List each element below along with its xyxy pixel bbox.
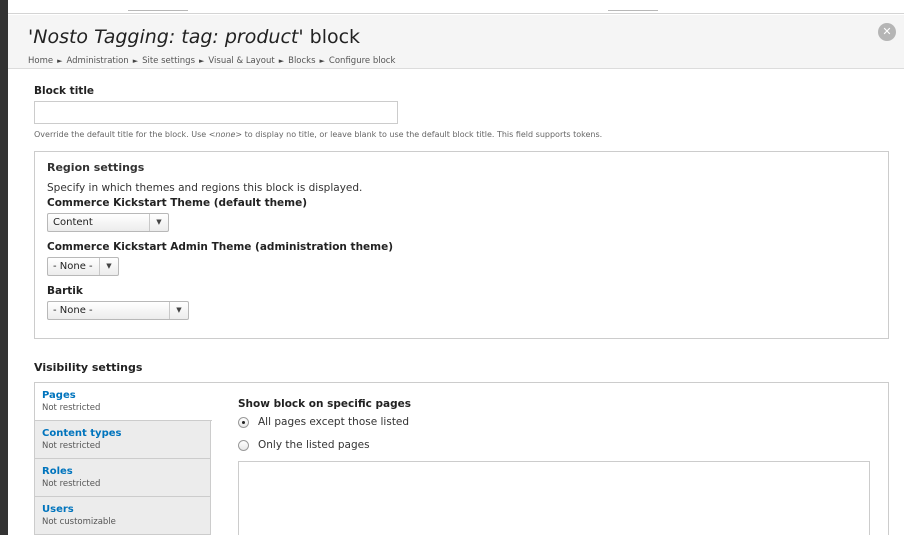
radio-button[interactable]	[238, 417, 249, 428]
close-icon[interactable]: ✕	[878, 23, 896, 41]
breadcrumb: Home ► Administration ► Site settings ► Visual…	[28, 56, 395, 66]
divider	[128, 10, 188, 11]
block-title-label: Block title	[34, 85, 95, 97]
tab-summary: Not restricted	[42, 479, 101, 489]
overlay-header: 'Nosto Tagging: tag: product' block Home…	[8, 15, 904, 69]
divider	[608, 10, 658, 11]
breadcrumb-separator-icon: ►	[57, 57, 63, 65]
breadcrumb-blocks[interactable]: Blocks	[288, 56, 315, 66]
tab-roles[interactable]: Roles Not restricted	[35, 459, 211, 497]
region-select-bartik[interactable]: - None - ▼	[47, 301, 189, 320]
select-value: - None -	[53, 305, 93, 316]
region-settings-fieldset: Region settings Specify in which themes …	[34, 151, 889, 339]
radio-label: All pages except those listed	[258, 416, 410, 428]
tab-summary: Not restricted	[42, 441, 101, 451]
tab-title: Content types	[42, 428, 122, 439]
breadcrumb-separator-icon: ►	[319, 57, 325, 65]
breadcrumb-configure-block[interactable]: Configure block	[329, 56, 395, 66]
theme-label-commerce-kickstart: Commerce Kickstart Theme (default theme)	[47, 197, 308, 209]
tab-title: Roles	[42, 466, 73, 477]
theme-label-commerce-kickstart-admin: Commerce Kickstart Admin Theme (administ…	[47, 241, 394, 253]
vertical-tabs: Pages Not restricted Content types Not r…	[35, 383, 212, 535]
select-value: Content	[53, 217, 93, 228]
pages-textarea[interactable]	[238, 461, 870, 535]
tab-users[interactable]: Users Not customizable	[35, 497, 211, 535]
visibility-settings-box: Pages Not restricted Content types Not r…	[34, 382, 889, 535]
chevron-down-icon: ▼	[149, 214, 168, 231]
region-settings-legend: Region settings	[47, 161, 145, 174]
block-title-description: Override the default title for the block…	[34, 130, 603, 139]
breadcrumb-site-settings[interactable]: Site settings	[142, 56, 195, 66]
region-settings-description: Specify in which themes and regions this…	[47, 182, 363, 194]
tab-content-types[interactable]: Content types Not restricted	[35, 421, 211, 459]
breadcrumb-separator-icon: ►	[199, 57, 205, 65]
region-select-commerce-kickstart-admin[interactable]: - None - ▼	[47, 257, 119, 276]
breadcrumb-home[interactable]: Home	[28, 56, 53, 66]
show-block-heading: Show block on specific pages	[238, 398, 412, 410]
tab-pages[interactable]: Pages Not restricted	[35, 383, 212, 421]
chevron-down-icon: ▼	[99, 258, 118, 275]
region-select-commerce-kickstart[interactable]: Content ▼	[47, 213, 169, 232]
overlay-left-edge	[0, 0, 8, 535]
breadcrumb-separator-icon: ►	[132, 57, 139, 65]
radio-button[interactable]	[238, 440, 249, 451]
block-title-input[interactable]	[34, 101, 398, 124]
theme-label-bartik: Bartik	[47, 285, 83, 297]
radio-label: Only the listed pages	[258, 439, 370, 451]
page-title: 'Nosto Tagging: tag: product' block	[28, 26, 361, 48]
tab-title: Users	[42, 504, 74, 515]
visibility-settings-title: Visibility settings	[34, 361, 143, 374]
breadcrumb-visual-layout[interactable]: Visual & Layout	[208, 56, 274, 66]
breadcrumb-separator-icon: ►	[278, 57, 285, 65]
breadcrumb-administration[interactable]: Administration	[67, 56, 129, 66]
chevron-down-icon: ▼	[169, 302, 188, 319]
tab-summary: Not customizable	[42, 517, 116, 527]
overlay-top-strip	[8, 0, 904, 14]
select-value: - None -	[53, 261, 93, 272]
tab-summary: Not restricted	[42, 403, 101, 413]
tab-title: Pages	[42, 390, 76, 401]
